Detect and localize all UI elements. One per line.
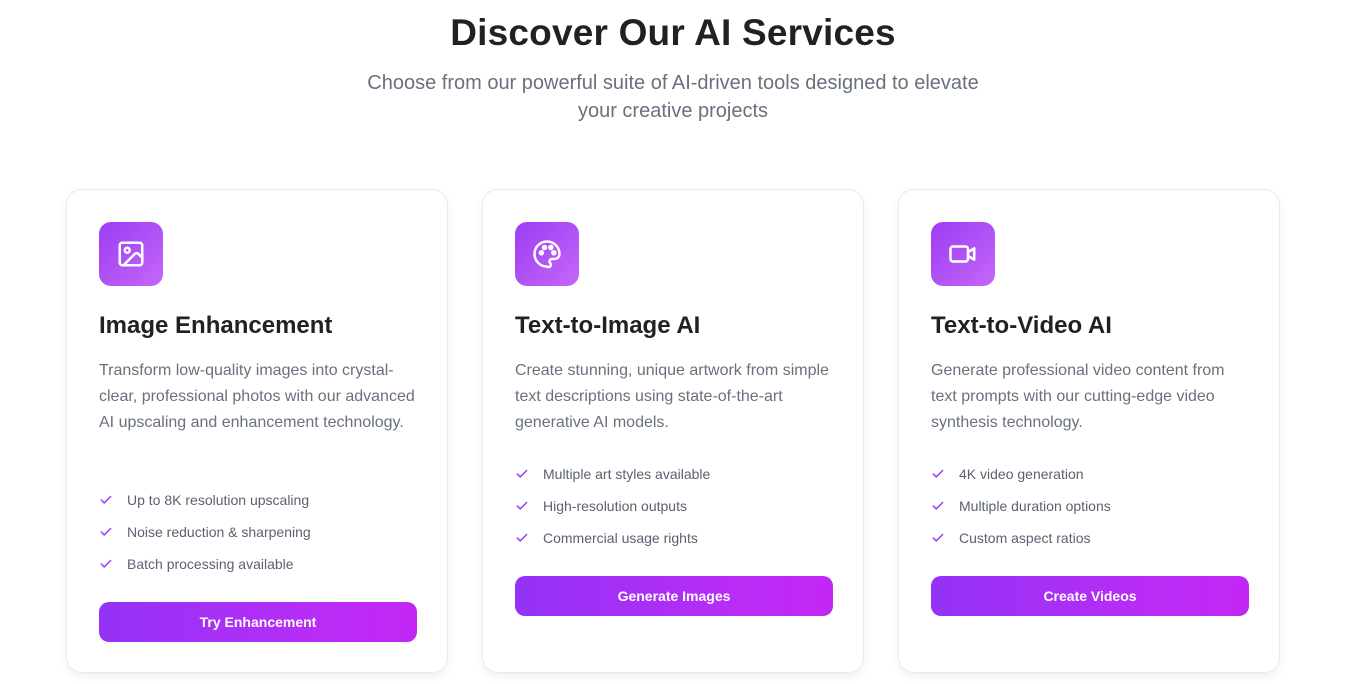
section-title: Discover Our AI Services xyxy=(450,12,896,53)
video-camera-icon xyxy=(931,222,995,286)
try-enhancement-button[interactable]: Try Enhancement xyxy=(99,602,417,642)
check-icon xyxy=(100,495,112,504)
feature-list: 4K video generation Multiple duration op… xyxy=(931,458,1251,554)
image-icon xyxy=(99,222,163,286)
feature-text: Multiple art styles available xyxy=(543,466,711,482)
feature-item: Custom aspect ratios xyxy=(931,522,1251,554)
feature-list: Up to 8K resolution upscaling Noise redu… xyxy=(99,484,419,580)
feature-item: Multiple art styles available xyxy=(515,458,835,490)
palette-icon xyxy=(515,222,579,286)
card-description: Create stunning, unique artwork from sim… xyxy=(515,362,829,431)
subtitle-line-2: your creative projects xyxy=(577,100,769,122)
services-grid: Image Enhancement Transform low-quality … xyxy=(66,189,1282,675)
check-icon xyxy=(100,527,112,536)
feature-text: Noise reduction & sharpening xyxy=(127,524,311,540)
check-icon xyxy=(932,469,944,478)
card-title: Image Enhancement xyxy=(99,312,333,339)
card-title: Text-to-Image AI xyxy=(515,312,701,339)
feature-item: 4K video generation xyxy=(931,458,1251,490)
check-icon xyxy=(100,559,112,568)
service-card-text-to-video: Text-to-Video AI Generate professional v… xyxy=(898,189,1280,673)
feature-text: Up to 8K resolution upscaling xyxy=(127,492,310,508)
check-icon xyxy=(516,469,528,478)
feature-item: High-resolution outputs xyxy=(515,490,835,522)
service-card-text-to-image: Text-to-Image AI Create stunning, unique… xyxy=(482,189,864,673)
check-icon xyxy=(932,533,944,542)
check-icon xyxy=(932,501,944,510)
feature-item: Batch processing available xyxy=(99,548,419,580)
feature-item: Commercial usage rights xyxy=(515,522,835,554)
feature-text: Multiple duration options xyxy=(959,498,1111,514)
feature-text: High-resolution outputs xyxy=(543,498,687,514)
feature-text: Batch processing available xyxy=(127,556,294,572)
feature-item: Multiple duration options xyxy=(931,490,1251,522)
section-subtitle: Choose from our powerful suite of AI-dri… xyxy=(338,69,1008,125)
feature-text: 4K video generation xyxy=(959,466,1084,482)
feature-text: Custom aspect ratios xyxy=(959,530,1091,546)
create-videos-button[interactable]: Create Videos xyxy=(931,576,1249,616)
check-icon xyxy=(516,533,528,542)
feature-list: Multiple art styles available High-resol… xyxy=(515,458,835,554)
subtitle-line-1: Choose from our powerful suite of AI-dri… xyxy=(367,72,979,94)
feature-item: Noise reduction & sharpening xyxy=(99,516,419,548)
service-card-image-enhancement: Image Enhancement Transform low-quality … xyxy=(66,189,448,673)
card-description: Transform low-quality images into crysta… xyxy=(99,362,415,431)
card-title: Text-to-Video AI xyxy=(931,312,1112,339)
feature-text: Commercial usage rights xyxy=(543,530,698,546)
check-icon xyxy=(516,501,528,510)
card-description: Generate professional video content from… xyxy=(931,362,1225,431)
feature-item: Up to 8K resolution upscaling xyxy=(99,484,419,516)
generate-images-button[interactable]: Generate Images xyxy=(515,576,833,616)
